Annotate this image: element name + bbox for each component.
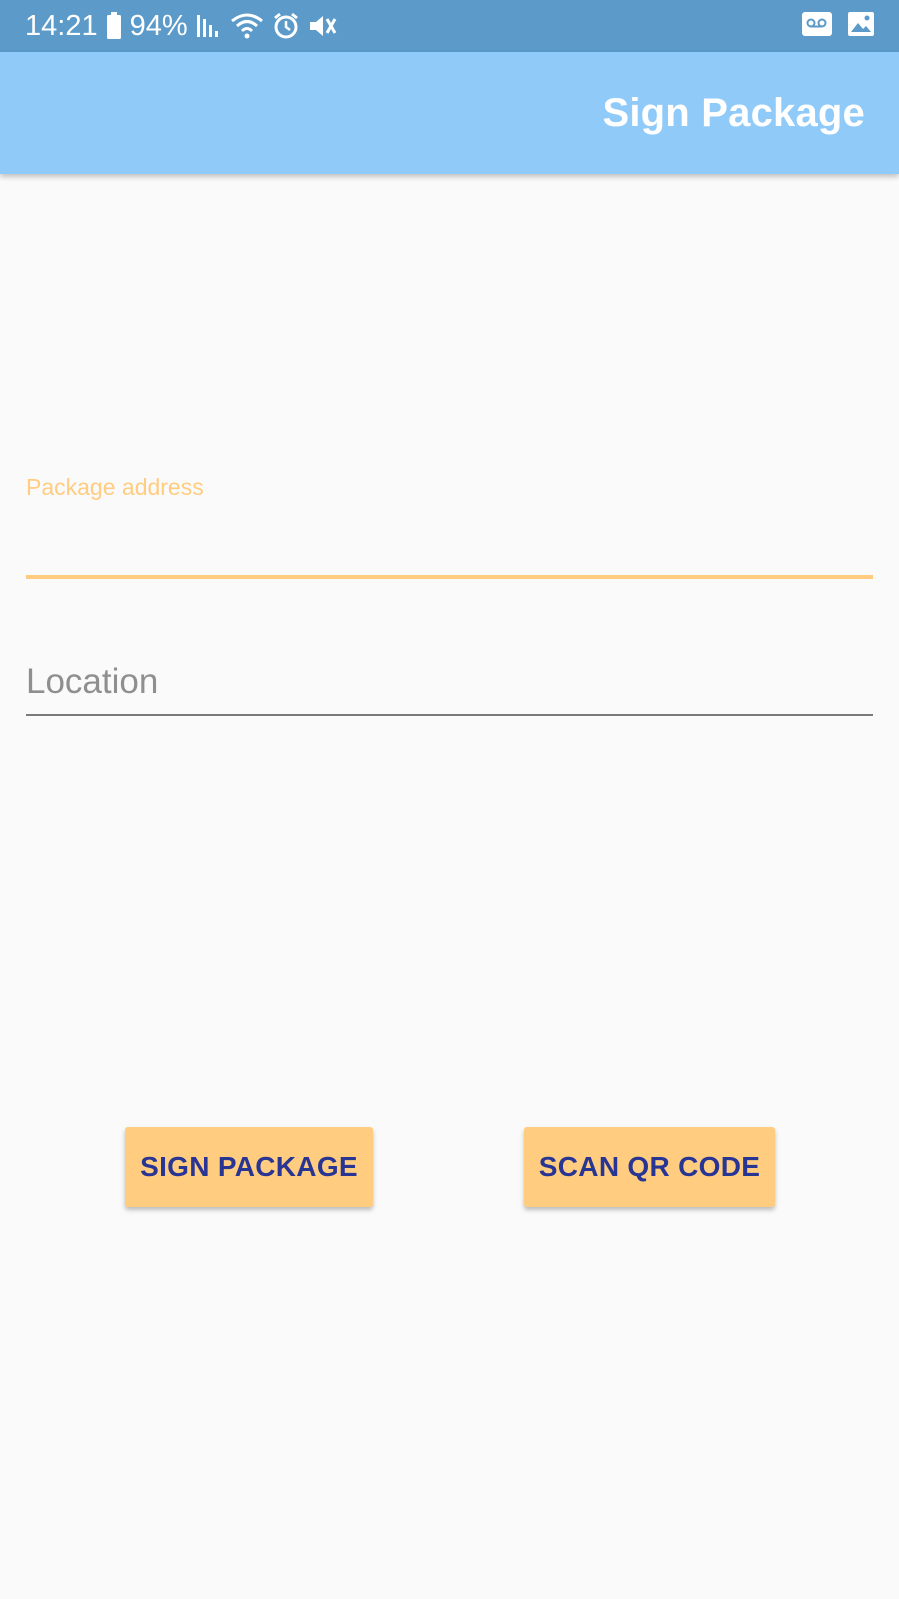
- status-left: 14:21 94%: [25, 0, 338, 52]
- app-bar: Sign Package: [0, 52, 899, 174]
- voicemail-icon: [801, 11, 833, 42]
- sign-package-button[interactable]: SIGN PACKAGE: [125, 1127, 373, 1207]
- package-address-input[interactable]: [26, 506, 873, 558]
- location-field[interactable]: [26, 655, 873, 717]
- package-address-label: Package address: [26, 474, 204, 500]
- status-time: 14:21: [25, 9, 98, 42]
- wifi-icon: [230, 12, 264, 40]
- status-right: [801, 0, 875, 52]
- battery-percent: 94%: [129, 9, 188, 42]
- scan-qr-code-button[interactable]: SCAN QR CODE: [524, 1127, 775, 1207]
- battery-icon: [106, 12, 122, 40]
- vibrate-icon: [308, 12, 338, 40]
- location-underline: [26, 714, 873, 716]
- package-address-underline: [26, 575, 873, 579]
- alarm-icon: [272, 12, 300, 40]
- signal-icon: [196, 13, 222, 39]
- package-address-field[interactable]: Package address: [26, 468, 873, 580]
- location-input[interactable]: [26, 655, 873, 709]
- status-bar: 14:21 94%: [0, 0, 899, 52]
- page-title: Sign Package: [602, 91, 865, 135]
- image-icon: [847, 11, 875, 42]
- screen: 14:21 94% Sign Package Package address L…: [0, 0, 899, 1599]
